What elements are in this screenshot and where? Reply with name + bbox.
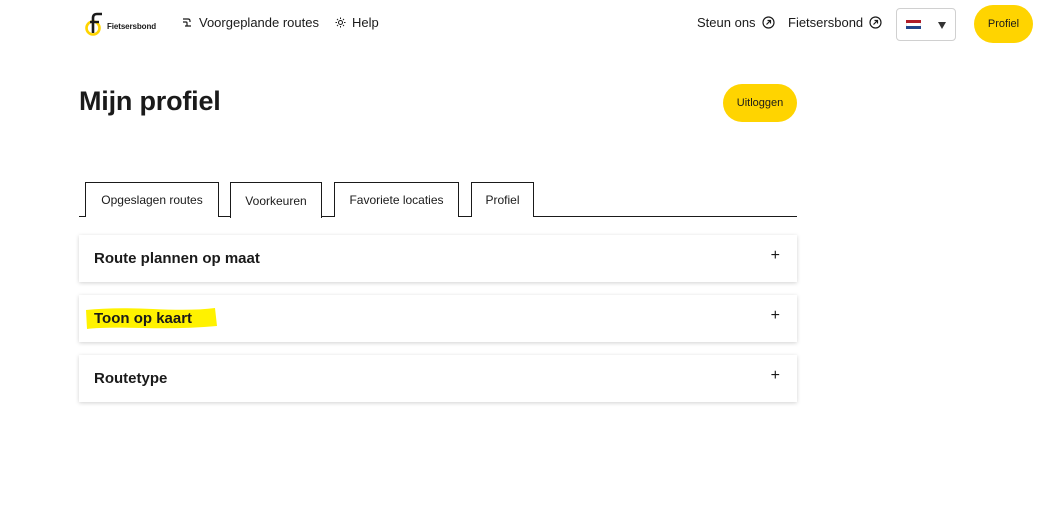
site-header: Fietsersbond Voorgeplande routes Help St… — [0, 0, 1060, 48]
nav-routes-label: Voorgeplande routes — [199, 15, 319, 30]
plus-icon[interactable]: + — [771, 247, 780, 265]
external-link-icon — [869, 16, 882, 29]
accordion-routetype[interactable]: Routetype + — [79, 355, 797, 402]
tab-favoriete-locaties[interactable]: Favoriete locaties — [334, 182, 459, 217]
nav-help-label: Help — [352, 15, 379, 30]
accordion-title: Routetype — [94, 370, 168, 387]
accordion-title: Route plannen op maat — [94, 250, 260, 267]
external-link-icon — [761, 16, 775, 29]
accordion-route-plannen[interactable]: Route plannen op maat + — [79, 235, 797, 282]
tab-profiel[interactable]: Profiel — [471, 182, 534, 217]
profile-button[interactable]: Profiel — [974, 5, 1033, 43]
dutch-flag-icon — [906, 19, 921, 30]
nav-voorgeplande-routes[interactable]: Voorgeplande routes — [182, 15, 319, 30]
page-title: Mijn profiel — [79, 86, 221, 116]
logout-button[interactable]: Uitloggen — [723, 84, 797, 122]
tab-opgeslagen-routes[interactable]: Opgeslagen routes — [85, 182, 219, 217]
nav-steun-ons[interactable]: Steun ons — [697, 15, 775, 30]
nav-steun-label: Steun ons — [697, 15, 756, 30]
nav-help[interactable]: Help — [335, 15, 379, 30]
profile-tabs: Opgeslagen routes Voorkeuren Favoriete l… — [79, 182, 797, 218]
plus-icon[interactable]: + — [771, 367, 780, 385]
nav-fietsersbond[interactable]: Fietsersbond — [788, 15, 882, 30]
accordion-toon-op-kaart[interactable]: Toon op kaart + — [79, 295, 797, 342]
sun-help-icon — [335, 17, 346, 28]
tab-voorkeuren[interactable]: Voorkeuren — [230, 182, 322, 218]
logo-text: Fietsersbond — [107, 21, 157, 31]
route-icon — [183, 18, 191, 27]
language-select[interactable] — [896, 8, 956, 41]
chevron-down-icon — [938, 22, 946, 29]
logo[interactable]: Fietsersbond — [85, 11, 156, 37]
accordion-title: Toon op kaart — [94, 310, 193, 327]
fietsersbond-logo-icon — [85, 12, 102, 36]
plus-icon[interactable]: + — [771, 307, 780, 325]
nav-fietsersbond-label: Fietsersbond — [788, 15, 864, 30]
